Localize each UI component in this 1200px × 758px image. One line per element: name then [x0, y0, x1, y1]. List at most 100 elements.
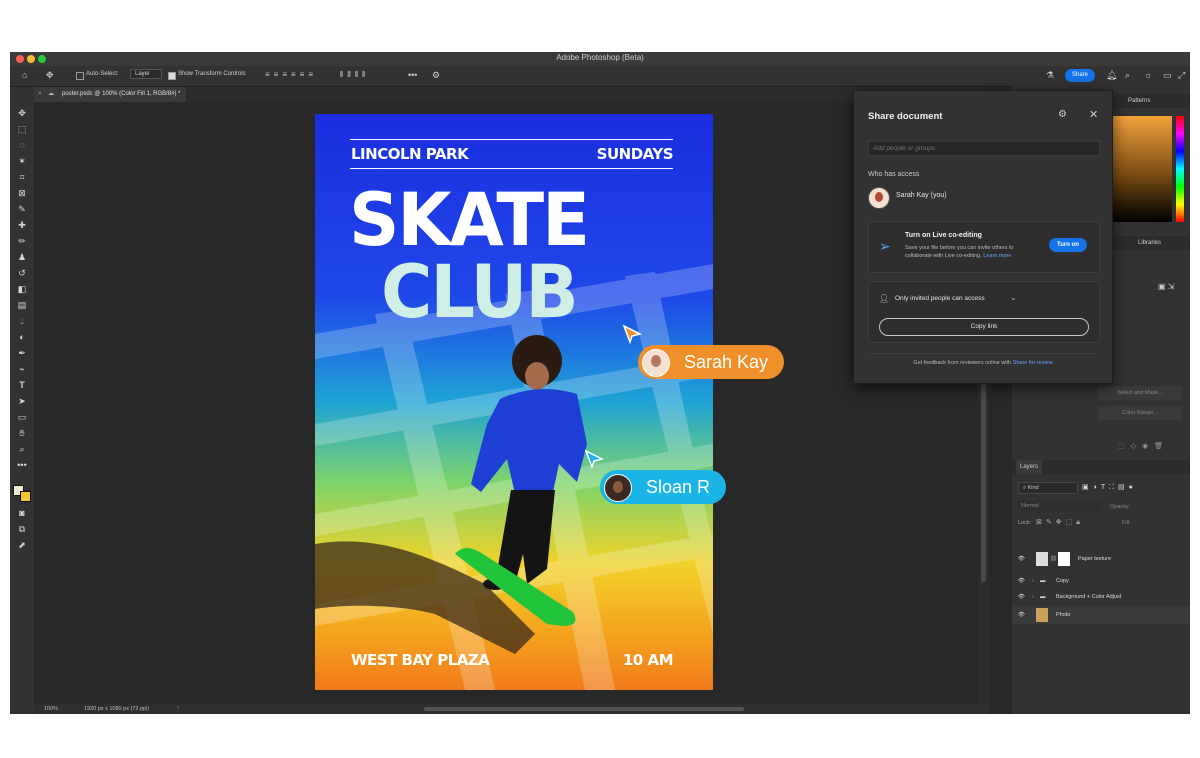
share-panel-title: Share document — [868, 111, 943, 122]
cloud-doc-icon: ☁ — [48, 91, 54, 97]
mask-icon[interactable]: ▣ ⇲ — [1158, 282, 1174, 291]
search-icon[interactable]: ⌕ — [1125, 70, 1130, 80]
collaborator-name: Sloan R — [646, 477, 711, 497]
color-picker-field[interactable] — [1112, 116, 1172, 222]
magic-wand-icon[interactable]: ✶ — [15, 155, 29, 167]
brush-tool-icon[interactable]: ✏ — [15, 235, 29, 247]
crop-tool-icon[interactable]: ⌗ — [15, 171, 29, 183]
rectangle-tool-icon[interactable]: ▭ — [15, 411, 29, 423]
document-info[interactable]: 1920 px x 1080 px (72 ppi) — [84, 706, 149, 712]
layer-filter-dropdown[interactable]: ⌕ Kind — [1018, 482, 1078, 494]
visibility-eye-icon[interactable]: 👁︎ — [1018, 588, 1025, 606]
distribute-icons[interactable]: ⫴⫴⫴⫴ — [340, 70, 369, 80]
lightbulb-icon[interactable]: ☼ — [1144, 70, 1152, 80]
move-tool-icon[interactable]: ✥ — [46, 70, 54, 80]
chevron-down-icon[interactable]: ⌄ — [1010, 293, 1017, 302]
gear-icon[interactable]: ⚙ — [1058, 109, 1067, 120]
tab-patterns[interactable]: Patterns — [1128, 94, 1150, 108]
history-brush-icon[interactable]: ↺ — [15, 267, 29, 279]
poster-artwork[interactable]: LINCOLN PARK SUNDAYS SKATE CLUB WEST BAY… — [315, 114, 713, 690]
window-title: Adobe Photoshop (Beta) — [556, 53, 644, 62]
avatar — [868, 187, 890, 209]
document-tab[interactable]: × ☁ poster.psdc @ 100% (Color Fill 1, RG… — [34, 87, 187, 102]
layer-name: Photo — [1056, 612, 1071, 618]
bell-icon[interactable]: 🔔︎ — [1106, 70, 1117, 80]
blend-mode-dropdown[interactable]: Normal — [1018, 501, 1101, 511]
more-tools-icon[interactable]: ••• — [15, 459, 29, 471]
type-tool-icon[interactable]: T — [15, 379, 29, 391]
learn-more-link[interactable]: Learn more — [983, 253, 1011, 259]
access-level-dropdown[interactable]: Only invited people can access — [895, 295, 985, 302]
properties-footer-icons[interactable]: ⬚◇◉🗑︎ — [1118, 442, 1169, 450]
quick-export-icon[interactable]: ⬈ — [15, 539, 29, 551]
poster-location: LINCOLN PARK — [351, 145, 469, 163]
layer-row[interactable]: 👁︎ ⛓ Paper texture — [1012, 550, 1190, 568]
blur-tool-icon[interactable]: 💧︎ — [15, 315, 29, 327]
layer-filter-icons[interactable]: ▣◑T⛶▤● — [1082, 483, 1137, 492]
eyedropper-icon[interactable]: ✎ — [15, 203, 29, 215]
align-icons[interactable]: ≡≡≡≡≡≡ — [265, 70, 317, 80]
expand-icon[interactable]: ⤢ — [1178, 70, 1185, 80]
avatar — [604, 474, 632, 502]
frame-tool-icon[interactable]: ⊠ — [15, 187, 29, 199]
layer-row[interactable]: 👁︎ Photo — [1012, 606, 1190, 624]
workspace-icon[interactable]: ▭ — [1163, 70, 1172, 80]
visibility-eye-icon[interactable]: 👁︎ — [1018, 550, 1025, 568]
select-and-mask-button[interactable]: Select and Mask... — [1098, 386, 1182, 400]
background-color-swatch[interactable] — [20, 491, 31, 502]
zoom-level[interactable]: 100% — [44, 706, 58, 712]
move-tool-icon[interactable]: ✥ — [15, 107, 29, 119]
dodge-tool-icon[interactable]: ◐ — [15, 331, 29, 343]
auto-select-dropdown[interactable]: Layer — [130, 69, 162, 79]
home-icon[interactable]: ⌂ — [22, 70, 27, 80]
sloan-cursor-icon — [584, 449, 604, 469]
fill-label: Fill: — [1122, 520, 1131, 526]
close-icon[interactable]: ✕ — [1089, 108, 1098, 121]
horizontal-scrollbar[interactable] — [424, 707, 744, 711]
layer-name: Paper texture — [1078, 556, 1112, 562]
close-tab-icon[interactable]: × — [38, 87, 42, 102]
hand-tool-icon[interactable]: ✋︎ — [15, 427, 29, 439]
lasso-tool-icon[interactable]: ◌ — [15, 139, 29, 151]
marquee-tool-icon[interactable]: ⬚ — [15, 123, 29, 135]
status-bar: 100% 1920 px x 1080 px (72 ppi) › — [34, 704, 989, 714]
turn-on-button[interactable]: Turn on — [1049, 238, 1087, 252]
quick-mask-icon[interactable]: ◙ — [15, 507, 29, 519]
add-people-input[interactable] — [868, 141, 1100, 156]
poster-day: SUNDAYS — [596, 145, 674, 163]
copy-link-button[interactable]: Copy link — [879, 318, 1089, 336]
chevron-right-icon[interactable]: › — [1032, 588, 1034, 606]
layer-row[interactable]: 👁︎ › ▬ Background + Color Adjust — [1012, 588, 1190, 606]
chevron-right-icon[interactable]: › — [177, 705, 179, 711]
transform-controls-checkbox[interactable] — [168, 72, 176, 80]
healing-brush-icon[interactable]: ✚ — [15, 219, 29, 231]
beaker-icon[interactable]: ⚗ — [1046, 70, 1054, 80]
opacity-label: Opacity: — [1110, 504, 1131, 510]
stamp-tool-icon[interactable]: ♟ — [15, 251, 29, 263]
pen-path-icon[interactable]: ⌁ — [15, 363, 29, 375]
poster-title-club: CLUB — [381, 248, 579, 336]
share-for-review-link[interactable]: Share for review — [1013, 360, 1053, 366]
layer-name: Background + Color Adjust — [1056, 594, 1122, 600]
gradient-tool-icon[interactable]: ▤ — [15, 299, 29, 311]
auto-select-checkbox[interactable] — [76, 72, 84, 80]
tab-libraries[interactable]: Libraries — [1138, 236, 1161, 250]
pen-tool-icon[interactable]: ✒ — [15, 347, 29, 359]
path-select-icon[interactable]: ➤ — [15, 395, 29, 407]
share-button[interactable]: Share — [1065, 69, 1095, 82]
visibility-eye-icon[interactable]: 👁︎ — [1018, 606, 1025, 624]
more-options-icon[interactable]: ••• — [408, 70, 417, 80]
zoom-tool-icon[interactable]: ⌕ — [15, 443, 29, 455]
tab-layers[interactable]: Layers — [1016, 460, 1043, 474]
title-bar: Adobe Photoshop (Beta) — [10, 52, 1190, 66]
options-bar: ⌂ ✥ Auto-Select: Layer Show Transform Co… — [10, 66, 1190, 87]
gear-icon[interactable]: ⚙ — [432, 70, 440, 80]
color-range-button[interactable]: Color Range... — [1098, 406, 1182, 420]
live-coediting-title: Turn on Live co-editing — [905, 232, 982, 239]
lock-icons[interactable]: ⊠✎✥⬚🔒︎ — [1036, 518, 1084, 527]
live-coediting-card: ➢ Turn on Live co-editing Save your file… — [868, 221, 1100, 273]
hue-slider[interactable] — [1176, 116, 1184, 222]
screen-mode-icon[interactable]: ⧉ — [15, 523, 29, 535]
poster-time: 10 AM — [622, 651, 674, 669]
eraser-icon[interactable]: ◧ — [15, 283, 29, 295]
